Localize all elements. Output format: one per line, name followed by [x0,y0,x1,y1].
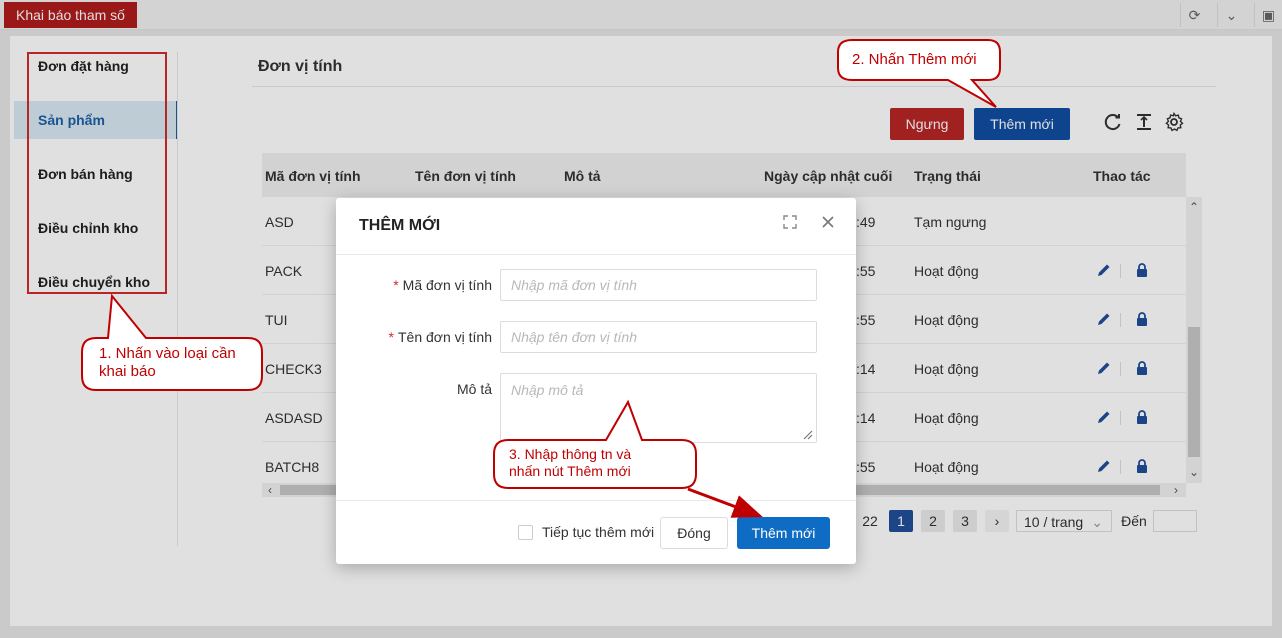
annotation-callouts [81,39,1001,518]
callout-step-3: 3. Nhập thông tn và nhấn nút Thêm mới [509,446,632,479]
callout-step-2: 2. Nhấn Thêm mới [852,51,977,68]
callout-step-1: 1. Nhấn vào loại cần khai báo [99,345,236,380]
